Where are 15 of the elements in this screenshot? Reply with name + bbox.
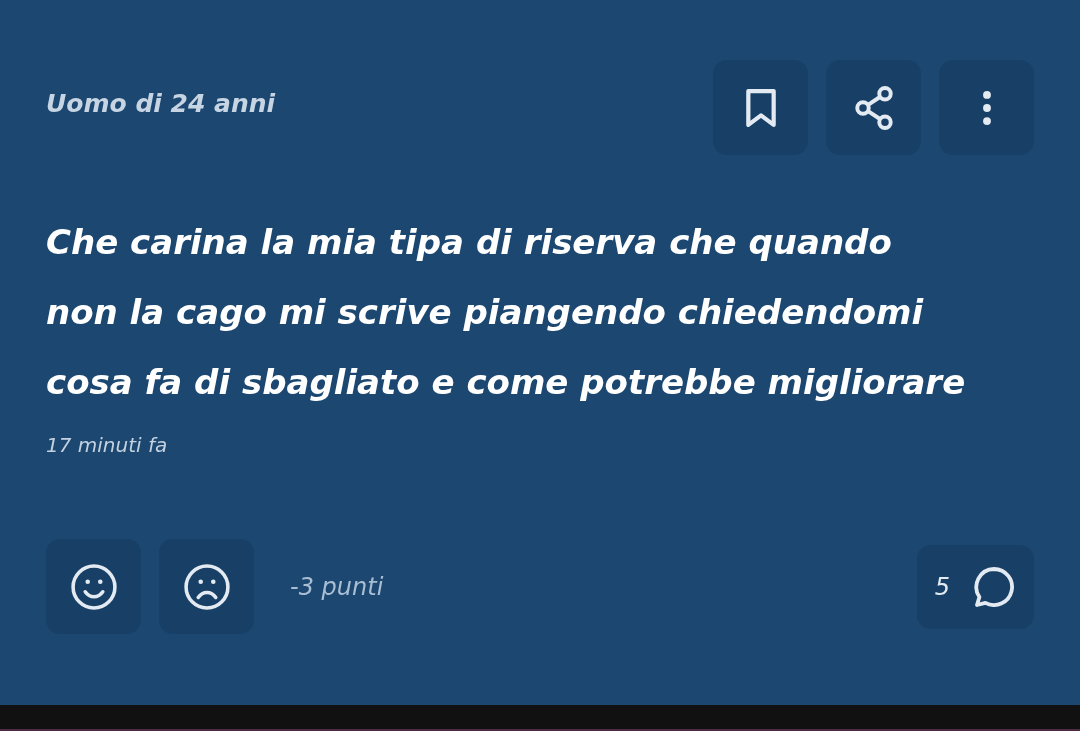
share-button[interactable]: [826, 60, 921, 155]
frown-button[interactable]: [159, 539, 254, 634]
score-label: -3 punti: [290, 572, 384, 601]
more-icon: [982, 90, 991, 125]
speech-bubble-icon: [974, 566, 1014, 607]
post-time: 17 minuti fa: [46, 433, 168, 457]
comments-button[interactable]: 5: [916, 544, 1034, 629]
bookmark-icon: [745, 88, 776, 127]
sad-face-icon: [183, 563, 230, 610]
author-label: Uomo di 24 anni: [46, 89, 276, 118]
post-text: Che carina la mia tipa di riserva che quando non la cago mi scrive piangendo chiedendomi cosa fa di sbagliato e come potrebbe migliorare: [46, 221, 967, 404]
smile-button[interactable]: [46, 539, 141, 634]
bookmark-button[interactable]: [713, 60, 808, 155]
share-icon: [853, 85, 894, 130]
smiley-icon: [70, 563, 117, 610]
